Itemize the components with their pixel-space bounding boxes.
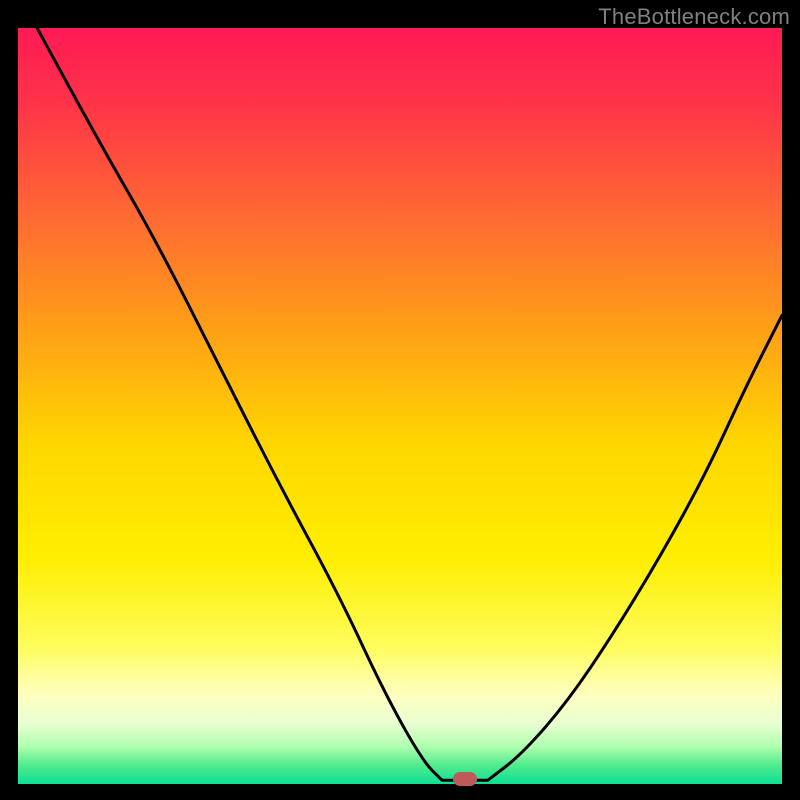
optimum-marker — [453, 772, 477, 786]
curve-layer — [18, 28, 782, 784]
bottleneck-curve — [37, 28, 782, 780]
watermark-text: TheBottleneck.com — [598, 4, 790, 30]
plot-area — [18, 28, 782, 784]
chart-frame: TheBottleneck.com — [0, 0, 800, 800]
